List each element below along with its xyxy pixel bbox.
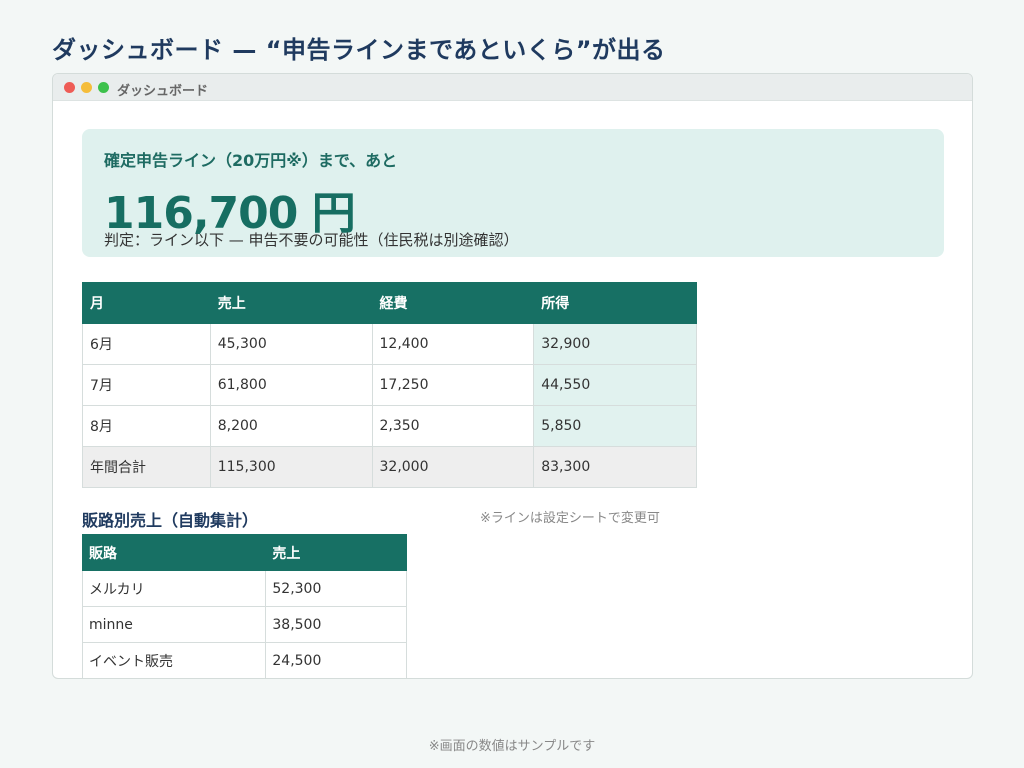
column-header-month: 月 [82,282,211,324]
cell-channel: イベント販売 [81,642,267,678]
minimize-window-button[interactable] [81,82,92,93]
tax-line-summary-card: 確定申告ライン（20万円※）まで、あと 116,700 円 判定：ライン以下 —… [82,129,944,257]
cell-sales: 61,800 [209,364,373,406]
channel-sales-title: 販路別売上（自動集計） [82,511,259,530]
cell-month: 8月 [82,405,211,447]
cell-expenses: 12,400 [371,323,535,365]
cell-sales: 8,200 [209,405,373,447]
setting-note: ※ラインは設定シートで変更可 [480,511,660,526]
cell-channel: メルカリ [81,570,267,607]
table-row: メルカリ 52,300 [81,570,407,607]
table-header-row: 販路 売上 [81,534,407,571]
cell-income: 32,900 [533,323,697,365]
cell-total-income: 83,300 [533,446,697,488]
column-header-sales: 売上 [209,282,373,324]
column-header-income: 所得 [533,282,697,324]
cell-sales: 38,500 [265,606,407,643]
table-row: 8月 8,200 2,350 5,850 [82,405,697,447]
table-row: minne 38,500 [81,606,407,643]
cell-month: 7月 [82,364,211,406]
column-header-sales: 売上 [265,534,407,571]
cell-month: 6月 [82,323,211,365]
judgement-note: 判定：ライン以下 — 申告不要の可能性（住民税は別途確認） [104,231,519,249]
summary-heading: 確定申告ライン（20万円※）まで、あと [104,151,398,170]
cell-income: 5,850 [533,405,697,447]
cell-total-sales: 115,300 [209,446,373,488]
cell-total-label: 年間合計 [82,446,211,488]
footer-note: ※画面の数値はサンプルです [428,739,596,754]
cell-sales: 52,300 [265,570,407,607]
table-row: イベント販売 24,500 [81,642,407,678]
maximize-window-button[interactable] [98,82,109,93]
channel-sales-table: 販路 売上 メルカリ 52,300 minne 38,500 イベント販売 24… [81,534,407,678]
monthly-income-table: 月 売上 経費 所得 6月 45,300 12,400 32,900 7月 61… [82,282,697,488]
close-window-button[interactable] [64,82,75,93]
cell-sales: 24,500 [265,642,407,678]
cell-income: 44,550 [533,364,697,406]
column-header-channel: 販路 [81,534,267,571]
table-header-row: 月 売上 経費 所得 [82,282,697,324]
cell-expenses: 17,250 [371,364,535,406]
table-row: 7月 61,800 17,250 44,550 [82,364,697,406]
cell-expenses: 2,350 [371,405,535,447]
column-header-expenses: 経費 [371,282,535,324]
cell-channel: minne [81,606,267,643]
window-titlebar: ダッシュボード [53,74,972,101]
table-row: 6月 45,300 12,400 32,900 [82,323,697,365]
page-title: ダッシュボード — “申告ラインまであといくら”が出る [52,36,666,64]
cell-total-expenses: 32,000 [371,446,535,488]
cell-sales: 45,300 [209,323,373,365]
total-row: 年間合計 115,300 32,000 83,300 [82,446,697,488]
app-window: ダッシュボード 確定申告ライン（20万円※）まで、あと 116,700 円 判定… [52,73,973,679]
window-title: ダッシュボード [117,84,209,99]
